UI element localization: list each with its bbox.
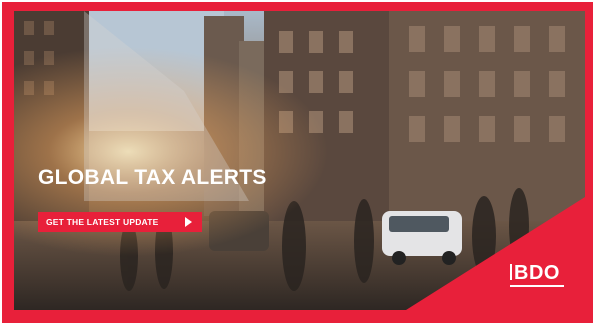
city-street-photo: [14, 11, 585, 310]
logo-underline: [510, 285, 564, 287]
bdo-logo: BDO: [510, 262, 560, 285]
logo-bar: [510, 264, 512, 280]
play-arrow-icon: [185, 217, 192, 227]
get-latest-update-button[interactable]: GET THE LATEST UPDATE: [38, 212, 202, 232]
logo-text: BDO: [514, 262, 560, 284]
cta-label: GET THE LATEST UPDATE: [46, 217, 159, 227]
headline: GLOBAL TAX ALERTS: [38, 166, 267, 189]
